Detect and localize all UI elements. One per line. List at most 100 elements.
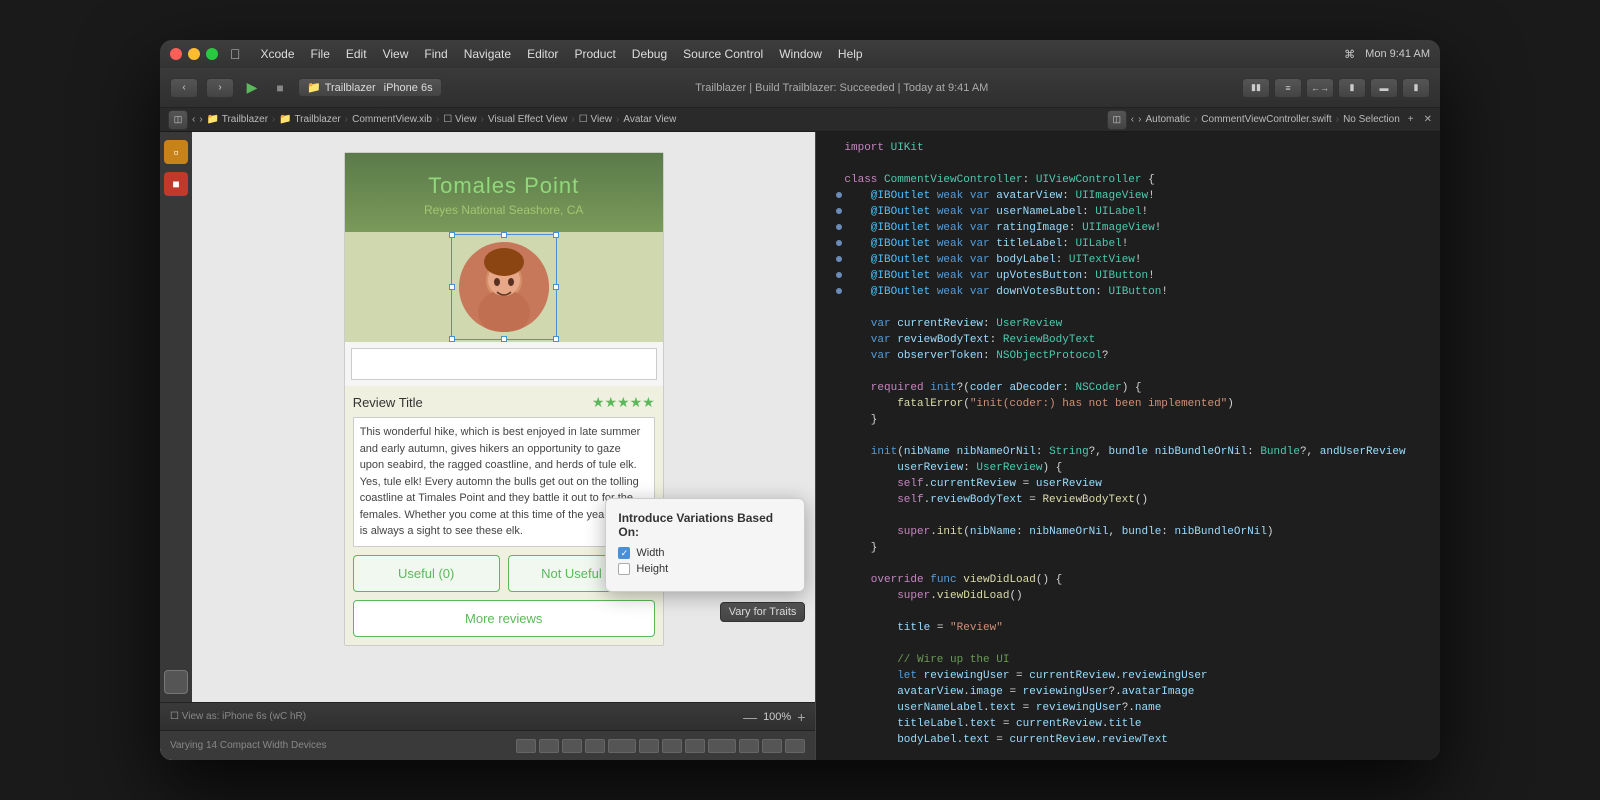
handle-ml[interactable] [449,284,455,290]
code-line: @IBOutlet weak var bodyLabel: UITextView… [816,252,1440,268]
nav-view-toggle-right[interactable]: ◫ [1107,110,1127,130]
handle-bl[interactable] [449,336,455,342]
close-button[interactable] [170,48,182,60]
editor-assistant-button[interactable]: ≡ [1274,78,1302,98]
mini-device-10[interactable] [739,739,759,753]
breadcrumb-nav-forward-right[interactable]: › [1138,114,1141,125]
mini-device-7[interactable] [662,739,682,753]
breadcrumb-right-3[interactable]: No Selection [1343,114,1400,125]
zoom-out-button[interactable]: — [743,709,757,725]
handle-tl[interactable] [449,232,455,238]
handle-mr[interactable] [553,284,559,290]
handle-br[interactable] [553,336,559,342]
mini-device-2[interactable] [539,739,559,753]
code-line: @IBOutlet weak var downVotesButton: UIBu… [816,284,1440,300]
close-editor-button[interactable]: ✕ [1424,114,1432,125]
build-status: Trailblazer | Build Trailblazer: Succeed… [450,82,1234,94]
vary-for-traits-button[interactable]: Vary for Traits [720,602,806,622]
nav-view-toggle[interactable]: ◫ [168,110,188,130]
mini-device-11[interactable] [762,739,782,753]
breadcrumb-nav-back[interactable]: ‹ [192,114,195,125]
ib-empty-icon[interactable] [164,670,188,694]
minimize-button[interactable] [188,48,200,60]
mini-device-8[interactable] [685,739,705,753]
breadcrumb-item-1[interactable]: 📁 Trailblazer [207,114,268,125]
width-checkbox[interactable]: ✓ [618,547,630,559]
breadcrumb-item-4[interactable]: ☐ View [443,114,476,125]
code-line: userNameLabel.text = reviewingUser?.name [816,700,1440,716]
breadcrumb-right-2[interactable]: CommentViewController.swift [1201,114,1331,125]
breadcrumb-item-6[interactable]: ☐ View [579,114,612,125]
mini-device-12[interactable] [785,739,805,753]
run-button[interactable]: ▶ [242,78,262,98]
ib-panel: ▫ ■ Tomales Point Reyes National Seashor… [160,132,816,760]
ib-cube-icon[interactable]: ▫ [164,140,188,164]
zoom-in-button[interactable]: + [797,709,805,725]
handle-bm[interactable] [501,336,507,342]
menu-source-control[interactable]: Source Control [683,47,763,61]
breadcrumb-item-2[interactable]: 📁 Trailblazer [279,114,340,125]
menu-xcode[interactable]: Xcode [261,47,295,61]
ib-hierarchy-icon[interactable]: ■ [164,172,188,196]
title-bar:  Xcode File Edit View Find Navigate Edi… [160,40,1440,68]
menu-navigate[interactable]: Navigate [464,47,511,61]
breadcrumb-nav-forward[interactable]: › [199,114,202,125]
nav-back-button[interactable]: ‹ [170,78,198,98]
mini-device-6[interactable] [639,739,659,753]
menu-help[interactable]: Help [838,47,863,61]
hide-left-panel-button[interactable]: ▮ [1338,78,1366,98]
maximize-button[interactable] [206,48,218,60]
code-line: var observerToken: NSObjectProtocol? [816,348,1440,364]
mini-device-5[interactable] [608,739,636,753]
code-line: super.init(nibName: nibNameOrNil, bundle… [816,524,1440,540]
breadcrumb-item-3[interactable]: CommentView.xib [352,114,432,125]
height-option[interactable]: Height [618,563,792,575]
menu-file[interactable]: File [311,47,330,61]
mini-device-4[interactable] [585,739,605,753]
hide-right-panel-button[interactable]: ▮ [1402,78,1430,98]
breadcrumb-right-1[interactable]: Automatic [1145,114,1189,125]
editor-standard-button[interactable]: ▮▮ [1242,78,1270,98]
ib-canvas[interactable]: Tomales Point Reyes National Seashore, C… [192,132,815,702]
menu-view[interactable]: View [383,47,409,61]
breadcrumb-nav-back-right[interactable]: ‹ [1131,114,1134,125]
width-label: Width [636,547,664,559]
code-line: bodyLabel.text = currentReview.reviewTex… [816,732,1440,748]
menu-edit[interactable]: Edit [346,47,367,61]
width-option[interactable]: ✓ Width [618,547,792,559]
menu-find[interactable]: Find [424,47,447,61]
ib-bottom-bar: ☐ View as: iPhone 6s (wC hR) — 100% + [160,702,815,730]
useful-button[interactable]: Useful (0) [353,555,500,592]
more-reviews-button[interactable]: More reviews [353,600,655,637]
mini-device-1[interactable] [516,739,536,753]
avatar-selection[interactable] [459,242,549,332]
mini-device-3[interactable] [562,739,582,753]
device-minibar [516,739,805,753]
menu-editor[interactable]: Editor [527,47,558,61]
device-name: iPhone 6s [384,82,433,94]
menu-debug[interactable]: Debug [632,47,667,61]
breadcrumb-item-7[interactable]: Avatar View [623,114,676,125]
username-container: User name [345,342,663,386]
toolbar-right: ▮▮ ≡ ←→ ▮ ▬ ▮ [1242,78,1430,98]
hide-bottom-panel-button[interactable]: ▬ [1370,78,1398,98]
xcode-toolbar: ‹ › ▶ ■ 📁 Trailblazer iPhone 6s Trailbla… [160,68,1440,108]
breadcrumb-item-5[interactable]: Visual Effect View [488,114,568,125]
handle-tr[interactable] [553,232,559,238]
editor-version-button[interactable]: ←→ [1306,78,1334,98]
username-field[interactable]: User name [351,348,657,380]
stop-button[interactable]: ■ [270,78,290,98]
height-checkbox[interactable] [618,563,630,575]
menu-window[interactable]: Window [779,47,822,61]
apple-logo-icon:  [230,46,241,62]
code-editor[interactable]: import UIKit class CommentViewController… [816,132,1440,760]
nav-forward-button[interactable]: › [206,78,234,98]
menu-product[interactable]: Product [574,47,615,61]
code-line: import UIKit [816,140,1440,156]
add-editor-button[interactable]: + [1408,114,1414,125]
handle-tm[interactable] [501,232,507,238]
ib-sidebar-left: ▫ ■ [160,132,192,702]
scheme-selector[interactable]: 📁 Trailblazer iPhone 6s [298,78,442,97]
mini-device-9[interactable] [708,739,736,753]
view-as-checkbox-icon[interactable]: ☐ [170,711,179,722]
